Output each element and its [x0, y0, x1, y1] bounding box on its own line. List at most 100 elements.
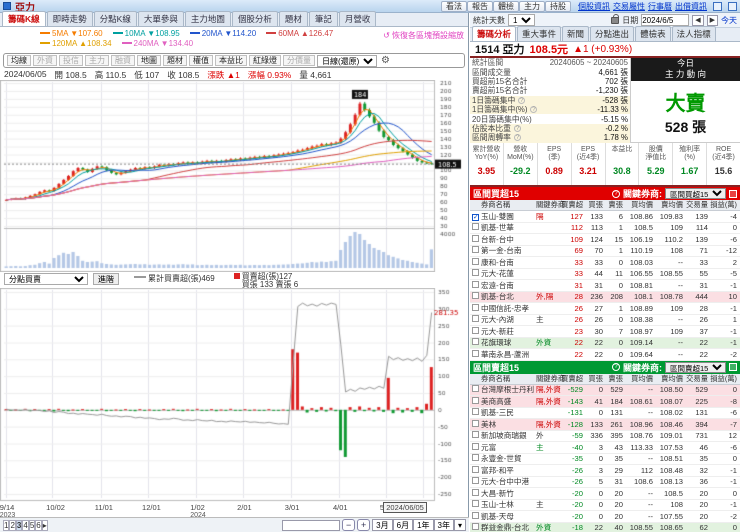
page-button-4[interactable]: 4 — [22, 519, 29, 531]
table-row[interactable]: 凱基-三民 -131 0 131 -- 108.02 131 -6 — [470, 408, 740, 419]
row-checkbox[interactable] — [472, 303, 479, 311]
tab-題材[interactable]: 題材 — [278, 11, 308, 26]
topbar-button-看法[interactable]: 看法 — [441, 0, 467, 12]
tab-個股分析[interactable]: 個股分析 — [231, 11, 278, 26]
settings-gear-icon[interactable]: ⚙ — [381, 55, 390, 66]
toolbar-button-主力[interactable]: 主力 — [85, 55, 109, 66]
table-row[interactable]: 凱基-世華 112 113 1 108.5 109 114 0 — [470, 223, 740, 234]
row-checkbox[interactable] — [472, 488, 479, 496]
key-broker-select[interactable]: 區間買超15 — [665, 188, 726, 199]
table-row[interactable]: 凱基-台北 外,隔 28 236 208 108.1 108.78 444 10 — [470, 291, 740, 303]
jump-date-input[interactable] — [282, 519, 341, 531]
tab-即時走勢[interactable]: 即時走勢 — [46, 11, 93, 26]
help-icon[interactable]: ? — [612, 189, 620, 198]
tab-筆記[interactable]: 筆記 — [308, 11, 338, 26]
row-checkbox[interactable] — [472, 338, 479, 346]
toolbar-button-分價量[interactable]: 分價量 — [283, 55, 315, 66]
topbar-link-交易屬性[interactable]: 交易屬性 — [613, 2, 645, 11]
tab-分點K線[interactable]: 分點K線 — [93, 11, 137, 26]
row-checkbox[interactable] — [472, 292, 479, 300]
toolbar-button-題材[interactable]: 題材 — [163, 55, 187, 66]
broker-pane-select[interactable]: 分點買賣 — [4, 273, 88, 285]
topbar-button-持股[interactable]: 持股 — [545, 0, 571, 12]
topbar-button-報告[interactable]: 報告 — [467, 0, 493, 12]
range-button-3年[interactable]: 3年 — [433, 519, 454, 531]
table-row[interactable]: 第一金-台南 69 70 1 110.19 108 71 -12 — [470, 246, 740, 257]
table-row[interactable]: 宏遠-台南 31 31 0 108.81 -- 31 -1 — [470, 280, 740, 292]
topbar-link-行事曆[interactable]: 行事曆 — [648, 2, 672, 11]
advanced-button[interactable]: 進階 — [93, 273, 119, 285]
panel-tab-籌碼分析[interactable]: 籌碼分析 — [472, 26, 517, 41]
reset-zoom-link[interactable]: ↺ 恢復各區塊預設縮放 — [383, 30, 464, 41]
minimize-icon[interactable] — [713, 1, 722, 11]
help-icon[interactable]: ? — [612, 363, 620, 371]
zoom-out-icon[interactable]: − — [342, 519, 356, 531]
help-icon[interactable]: ? — [513, 134, 521, 142]
toolbar-button-均線[interactable]: 均線 — [7, 55, 31, 66]
row-checkbox[interactable] — [472, 396, 479, 404]
topbar-button-體檢[interactable]: 體檢 — [493, 0, 519, 12]
range-button-6月[interactable]: 6月 — [392, 519, 414, 531]
row-checkbox[interactable] — [472, 349, 479, 357]
key-broker-select[interactable]: 區間賣超15 — [665, 361, 726, 373]
table-row[interactable]: 富邦-和平 -26 3 29 112 108.48 32 -1 — [470, 465, 740, 477]
table-row[interactable]: 元大-新莊 23 30 7 108.97 109 37 -1 — [470, 326, 740, 338]
table-row[interactable]: 華南永昌-蘆洲 22 22 0 109.64 -- 22 -2 — [470, 349, 740, 361]
stat-days-select[interactable]: 1 — [508, 14, 535, 26]
row-checkbox[interactable] — [472, 408, 479, 416]
tab-大單參與[interactable]: 大單參與 — [137, 11, 184, 26]
range-button-1年[interactable]: 1年 — [413, 519, 434, 531]
zoom-in-icon[interactable]: + — [357, 519, 371, 531]
tab-月營收[interactable]: 月營收 — [338, 11, 377, 26]
table-row[interactable]: 中國信託-忠孝 26 27 1 108.89 109 28 -1 — [470, 303, 740, 315]
table-row[interactable]: 元大-花蓮 33 44 11 106.55 108.55 55 -5 — [470, 269, 740, 280]
range-button-3月[interactable]: 3月 — [372, 519, 393, 531]
topbar-button-主力[interactable]: 主力 — [519, 0, 545, 12]
toolbar-button-權值[interactable]: 權值 — [189, 55, 213, 66]
panel-tab-新聞[interactable]: 新聞 — [562, 26, 590, 41]
broker-netbuy-chart[interactable] — [0, 288, 462, 502]
table-row[interactable]: 凱基-天母 -20 0 20 -- 107.55 20 -2 — [470, 511, 740, 523]
topbar-link-個股資訊[interactable]: 個股資訊 — [578, 2, 610, 11]
panel-toggle-icon[interactable] — [729, 363, 737, 371]
toolbar-button-地圖[interactable]: 地圖 — [137, 55, 161, 66]
panel-tab-分點進出[interactable]: 分點進出 — [590, 26, 635, 41]
candlestick-chart[interactable] — [0, 80, 462, 272]
row-checkbox[interactable] — [472, 280, 479, 288]
row-checkbox[interactable] — [472, 454, 479, 462]
table-row[interactable]: 元富 主 -40 3 43 113.33 107.53 46 -6 — [470, 442, 740, 454]
toolbar-button-本益比[interactable]: 本益比 — [215, 55, 247, 66]
table-row[interactable]: 康和-台南 33 33 0 108.03 -- 33 2 — [470, 257, 740, 269]
page-button-6[interactable]: 6 — [35, 519, 42, 531]
page-button-▸[interactable]: ▸ — [41, 519, 48, 531]
row-checkbox[interactable] — [472, 442, 479, 450]
next-day-button[interactable]: ▶ — [706, 14, 718, 26]
table-row[interactable]: 群益金鼎-台北 外資 -18 22 40 108.55 108.65 62 0 — [470, 522, 740, 532]
row-checkbox[interactable] — [472, 511, 479, 519]
row-checkbox[interactable] — [472, 431, 479, 439]
row-checkbox[interactable] — [472, 419, 479, 427]
row-checkbox[interactable] — [472, 500, 479, 508]
table-row[interactable]: 大昌-新竹 -20 0 20 -- 108.5 20 0 — [470, 488, 740, 500]
help-icon[interactable]: ? — [518, 96, 526, 104]
period-select[interactable]: 日線(還原) — [317, 54, 377, 67]
today-link[interactable]: 今天 — [721, 15, 737, 26]
tab-主力地圖[interactable]: 主力地圖 — [184, 11, 231, 26]
table-row[interactable]: ✓ 玉山-雙園 隔 127 133 6 108.86 109.83 139 -4 — [470, 211, 740, 223]
row-checkbox[interactable] — [472, 246, 479, 254]
page-button-2[interactable]: 2 — [9, 519, 16, 531]
table-row[interactable]: 美林 隔,外資 -128 133 261 108.96 108.46 394 -7 — [470, 419, 740, 431]
date-input[interactable] — [641, 14, 690, 26]
tab-籌碼K線[interactable]: 籌碼K線 — [2, 11, 46, 26]
row-checkbox[interactable] — [472, 315, 479, 323]
toolbar-button-融資[interactable]: 融資 — [111, 55, 135, 66]
toolbar-button-投信[interactable]: 投信 — [59, 55, 83, 66]
row-checkbox[interactable] — [472, 257, 479, 265]
row-checkbox[interactable] — [472, 223, 479, 231]
row-checkbox[interactable] — [472, 465, 479, 473]
panel-toggle-icon[interactable] — [729, 189, 737, 198]
row-checkbox[interactable] — [472, 269, 479, 277]
range-button-▾[interactable]: ▾ — [453, 519, 466, 531]
table-row[interactable]: 台新-台中 109 124 15 106.19 110.2 139 -6 — [470, 234, 740, 246]
row-checkbox[interactable] — [472, 523, 479, 531]
